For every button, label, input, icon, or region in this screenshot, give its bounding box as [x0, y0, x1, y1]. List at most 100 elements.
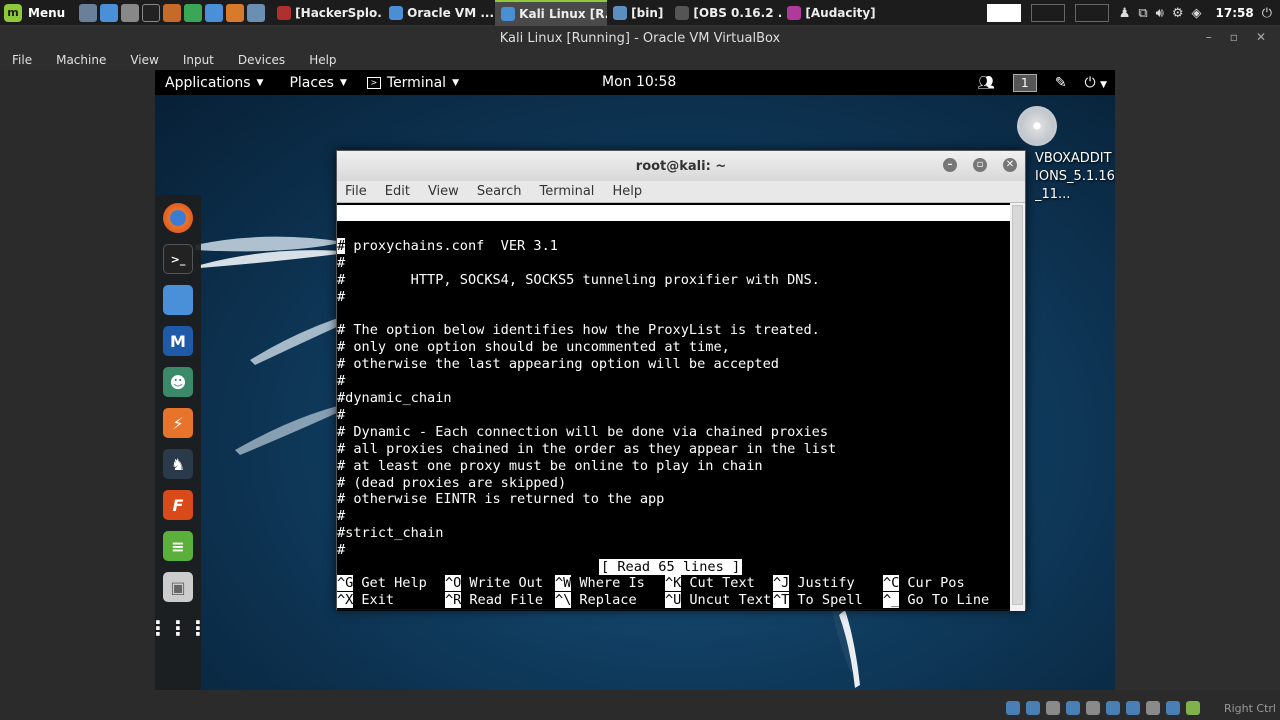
editor-line-text: proxychains.conf VER 3.1 — [345, 237, 558, 254]
vm-icon[interactable] — [121, 3, 140, 22]
power-icon[interactable]: ⏻ — [1262, 6, 1272, 21]
chromium-icon[interactable] — [205, 3, 224, 22]
terminal-titlebar[interactable]: root@kali: ~ – ▫ ✕ — [337, 151, 1025, 181]
taskbar-task[interactable]: [Audacity] — [781, 0, 881, 26]
power-menu-icon[interactable]: ⏻ ▼ — [1085, 75, 1107, 91]
terminal-menu-item[interactable]: Terminal — [539, 184, 594, 199]
terminal-icon[interactable] — [142, 3, 161, 22]
shortcut-label: Get Help — [361, 575, 427, 591]
shortcut-label: Justify — [797, 575, 855, 591]
show-desktop-icon[interactable] — [79, 3, 98, 22]
taskbar-task[interactable]: Oracle VM ... — [383, 0, 495, 26]
app-icon — [787, 5, 802, 20]
vbox-menu-item[interactable]: File — [12, 53, 32, 67]
faraday-icon[interactable]: F — [163, 490, 193, 520]
close-icon[interactable]: ✕ — [1003, 158, 1017, 172]
vbox-menu-item[interactable]: Input — [183, 53, 214, 67]
screenshot-icon[interactable]: ▣ — [163, 572, 193, 602]
close-icon[interactable]: ✕ — [1256, 30, 1266, 44]
taskbar-task[interactable]: [bin] — [607, 0, 669, 26]
display-icon[interactable] — [1126, 701, 1140, 715]
editor-line: # The option below identifies how the Pr… — [337, 322, 820, 339]
editor-line: # — [337, 254, 346, 271]
metasploit-icon[interactable]: M — [163, 326, 193, 356]
host-taskbar: m Menu [HackerSplo... Oracle VM ... Kali L… — [0, 0, 1280, 26]
maximize-icon[interactable]: ▫ — [973, 158, 987, 172]
places-menu[interactable]: Places ▼ — [279, 70, 356, 95]
host-menu-button[interactable]: m Menu — [0, 0, 73, 26]
guest-clock[interactable]: Mon 10:58 — [602, 74, 676, 90]
show-apps-icon[interactable]: ⋮⋮⋮ — [155, 613, 208, 643]
audio-icon[interactable] — [1046, 701, 1060, 715]
vbox-menu-item[interactable]: View — [130, 53, 158, 67]
terminal-menu-item[interactable]: File — [345, 184, 367, 199]
scrollbar-thumb[interactable] — [1012, 205, 1023, 605]
mouse-integration-icon[interactable] — [1186, 701, 1200, 715]
terminal-menu-item[interactable]: View — [428, 184, 459, 199]
people-icon[interactable]: 👥︎ — [977, 75, 995, 91]
leafpad-icon[interactable]: ≡ — [163, 531, 193, 561]
terminal-scrollbar[interactable] — [1010, 203, 1025, 611]
task-label: Kali Linux [R... — [519, 6, 607, 21]
minimize-icon[interactable]: – — [1206, 30, 1212, 44]
usb-icon[interactable] — [1086, 701, 1100, 715]
app-icon[interactable] — [163, 3, 182, 22]
taskbar-task[interactable]: [HackerSplo... — [271, 0, 383, 26]
desktop-icon-label[interactable]: VBOXADDITIONS_5.1.16_11... — [1035, 150, 1115, 204]
shared-folders-icon[interactable] — [1106, 701, 1120, 715]
user-icon[interactable]: ♟ — [1119, 6, 1131, 21]
vbox-menu-item[interactable]: Help — [309, 53, 336, 67]
nano-editor[interactable]: nano 2.6.3 File: /etc/proxychains.conf #… — [337, 203, 1012, 611]
vbox-menubar: File Machine View Input Devices Help — [0, 50, 1280, 70]
minimize-icon[interactable]: – — [943, 158, 957, 172]
vbox-icon[interactable] — [1166, 701, 1180, 715]
chrome-icon[interactable] — [184, 3, 203, 22]
beef-icon[interactable]: ♞ — [163, 449, 193, 479]
editor-line: # only one option should be uncommented … — [337, 339, 730, 356]
hdd-icon[interactable] — [1006, 701, 1020, 715]
workspace-2[interactable] — [1030, 4, 1065, 22]
firefox-icon[interactable] — [163, 203, 193, 233]
optical-drive-icon[interactable] — [1026, 701, 1040, 715]
armitage-icon[interactable]: ☻ — [163, 367, 193, 397]
terminal-window[interactable]: root@kali: ~ – ▫ ✕ File Edit View Search Ter… — [336, 150, 1026, 611]
workspace-indicator[interactable]: 1 — [1012, 73, 1037, 92]
folder-icon[interactable] — [100, 3, 119, 22]
taskbar-task[interactable]: Kali Linux [R... — [495, 0, 608, 26]
terminal-menu-item[interactable]: Search — [477, 184, 522, 199]
video-capture-icon[interactable] — [1146, 701, 1160, 715]
shortcut-label: Replace — [579, 592, 637, 608]
task-label: [OBS 0.16.2 ... — [693, 5, 781, 20]
network-icon[interactable]: ⧉ — [1138, 6, 1147, 21]
sublime-icon[interactable] — [226, 3, 245, 22]
burpsuite-icon[interactable]: ⚡ — [163, 408, 193, 438]
cd-icon[interactable] — [1017, 106, 1057, 146]
guest-display[interactable]: Applications ▼ Places ▼ > Terminal ▼ Mon 10… — [155, 70, 1115, 690]
nano-header: nano 2.6.3 File: /etc/proxychains.conf — [337, 205, 1012, 253]
gear-icon[interactable]: ⚙ — [1172, 6, 1184, 21]
editor-line: #strict_chain — [337, 525, 444, 542]
files-icon[interactable] — [163, 285, 193, 315]
app-icon — [675, 5, 690, 20]
terminal-icon[interactable]: >_ — [163, 244, 193, 274]
nano-shortcut: ^\ Replace — [555, 592, 637, 609]
workspace-1[interactable] — [986, 4, 1021, 22]
audio-icon[interactable]: 🔊︎ — [1156, 6, 1164, 21]
shield-icon[interactable]: ◈ — [1192, 6, 1202, 21]
vbox-menu-item[interactable]: Devices — [238, 53, 285, 67]
shortcut-label: Uncut Text — [689, 592, 772, 608]
terminal-app-menu[interactable]: > Terminal ▼ — [357, 70, 469, 95]
terminal-menu-item[interactable]: Edit — [385, 184, 410, 199]
applications-menu[interactable]: Applications ▼ — [155, 70, 273, 95]
nano-version: nano 2.6.3 — [354, 221, 436, 237]
taskbar-task[interactable]: [OBS 0.16.2 ... — [669, 0, 781, 26]
shortcut-key: ^G — [337, 575, 354, 591]
terminal-menu-item[interactable]: Help — [612, 184, 642, 199]
terminal-app-label: Terminal — [386, 74, 447, 91]
vbox-menu-item[interactable]: Machine — [56, 53, 106, 67]
maximize-icon[interactable]: ▫ — [1230, 30, 1238, 44]
pen-icon[interactable]: ✎ — [1055, 75, 1067, 91]
workspace-3[interactable] — [1074, 4, 1109, 22]
network-icon[interactable] — [1066, 701, 1080, 715]
screenshot-icon[interactable] — [247, 3, 266, 22]
